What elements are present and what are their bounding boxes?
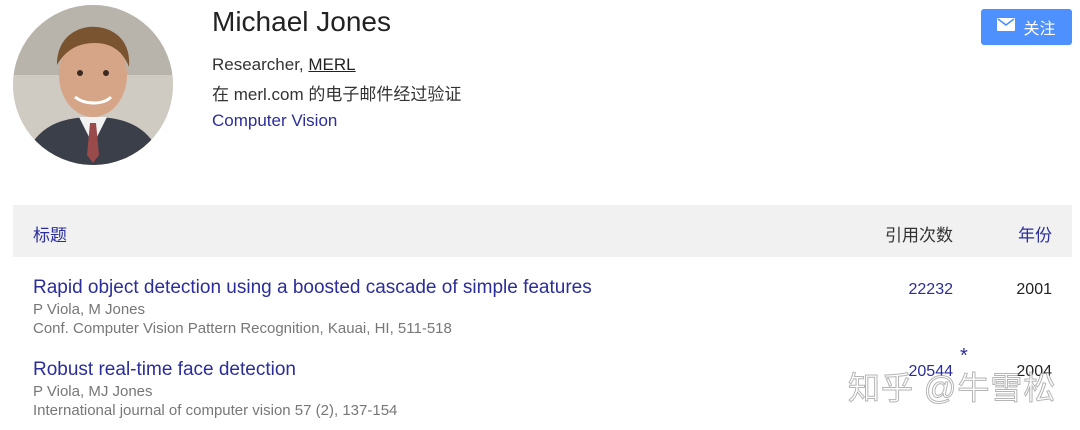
paper-title-link[interactable]: Robust real-time face detection	[33, 359, 296, 381]
paper-venue: Conf. Computer Vision Pattern Recognitio…	[33, 320, 452, 337]
follow-button-label: 关注	[1023, 21, 1056, 38]
column-header-year[interactable]: 年份	[1018, 221, 1052, 246]
citation-count-link[interactable]: 22232	[909, 281, 954, 299]
interest-link-computer-vision[interactable]: Computer Vision	[212, 111, 337, 131]
paper-title-link[interactable]: Rapid object detection using a boosted c…	[33, 277, 592, 299]
paper-authors: P Viola, MJ Jones	[33, 383, 153, 400]
column-header-title[interactable]: 标题	[33, 221, 67, 246]
profile-name: Michael Jones	[212, 6, 391, 37]
column-header-citations: 引用次数	[885, 226, 953, 245]
role-text: Researcher,	[212, 55, 309, 74]
paper-venue: International journal of computer vision…	[33, 402, 398, 419]
follow-button[interactable]: 关注	[981, 9, 1072, 45]
publication-year: 2001	[1016, 281, 1052, 298]
profile-photo	[13, 5, 173, 165]
table-header: 标题 引用次数 年份	[13, 205, 1072, 257]
verified-email-text: 在 merl.com 的电子邮件经过验证	[212, 85, 462, 104]
paper-authors: P Viola, M Jones	[33, 301, 146, 318]
watermark: 知乎 @牛雪松	[847, 370, 1057, 407]
organization-link[interactable]: MERL	[308, 55, 355, 74]
mail-icon	[997, 18, 1016, 36]
affiliation: Researcher, MERL	[212, 55, 356, 75]
